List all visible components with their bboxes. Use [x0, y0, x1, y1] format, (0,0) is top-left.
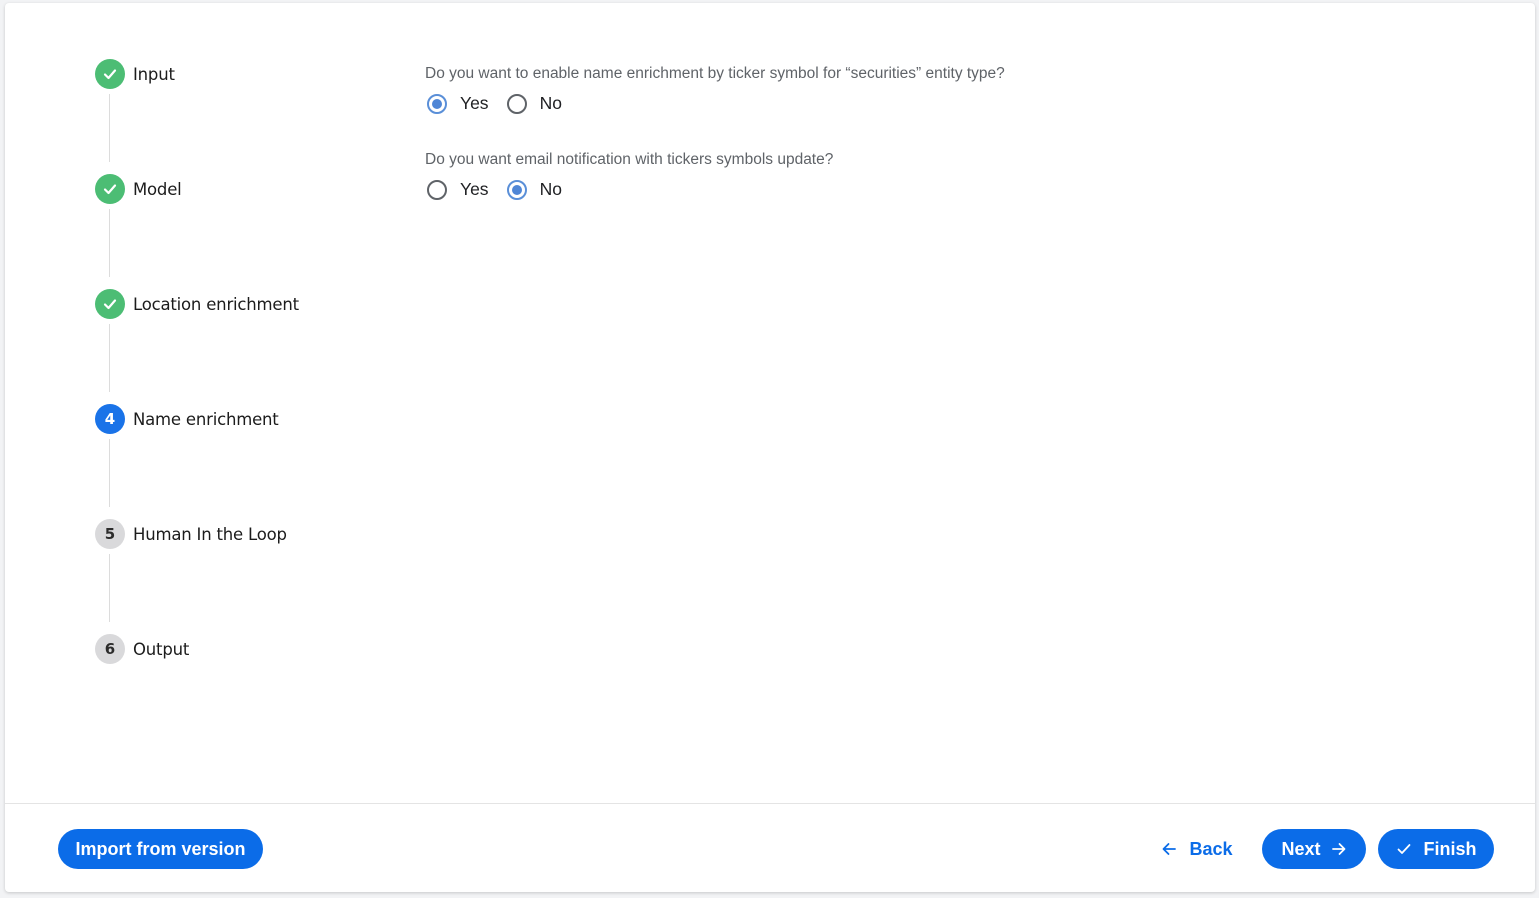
radio-label: Yes: [460, 93, 489, 113]
radio-no[interactable]: No: [505, 179, 562, 200]
footer-divider: [5, 803, 1535, 804]
radio-unchecked-icon[interactable]: [427, 179, 447, 200]
step-label: Name enrichment: [133, 409, 279, 429]
radio-no[interactable]: No: [505, 93, 562, 114]
step-connector: [109, 439, 110, 507]
radio-label: No: [539, 93, 562, 113]
step-location-enrichment[interactable]: Location enrichment: [95, 288, 299, 320]
check-icon: [1396, 841, 1412, 857]
next-button-label: Next: [1281, 838, 1321, 859]
check-icon: [95, 174, 125, 204]
step-name-enrichment[interactable]: 4 Name enrichment: [95, 403, 279, 435]
step-number: 4: [95, 404, 125, 434]
back-button-label: Back: [1189, 838, 1233, 859]
question-email-notification: Do you want email notification with tick…: [425, 151, 833, 200]
radio-checked-icon[interactable]: [506, 179, 527, 200]
step-label: Model: [133, 179, 182, 199]
step-connector: [109, 209, 110, 277]
step-number: 5: [95, 519, 125, 549]
wizard-card: Input Model Location enrichment 4 Name e…: [5, 3, 1535, 892]
step-label: Output: [133, 639, 190, 659]
step-number: 6: [95, 634, 125, 664]
radio-group: Yes No: [425, 93, 1005, 114]
step-human-in-the-loop[interactable]: 5 Human In the Loop: [95, 518, 287, 550]
radio-label: Yes: [460, 179, 489, 199]
import-button-label: Import from version: [75, 838, 246, 859]
radio-yes[interactable]: Yes: [425, 179, 489, 200]
step-connector: [109, 94, 110, 162]
step-label: Human In the Loop: [133, 524, 287, 544]
arrow-left-icon: [1161, 841, 1177, 857]
import-from-version-button[interactable]: Import from version: [58, 829, 263, 869]
step-label: Input: [133, 64, 175, 84]
question-ticker-enrichment: Do you want to enable name enrichment by…: [425, 65, 1005, 114]
step-connector: [109, 324, 110, 392]
step-input[interactable]: Input: [95, 58, 175, 90]
step-model[interactable]: Model: [95, 173, 182, 205]
finish-button-label: Finish: [1423, 838, 1477, 859]
radio-yes[interactable]: Yes: [425, 93, 489, 114]
arrow-right-icon: [1331, 841, 1347, 857]
check-icon: [95, 289, 125, 319]
step-connector: [109, 554, 110, 622]
next-button[interactable]: Next: [1262, 829, 1366, 869]
question-text: Do you want email notification with tick…: [425, 151, 834, 168]
question-text: Do you want to enable name enrichment by…: [425, 65, 1005, 82]
radio-label: No: [539, 179, 562, 199]
radio-group: Yes No: [425, 179, 833, 200]
back-button[interactable]: Back: [1150, 829, 1244, 869]
step-label: Location enrichment: [133, 294, 299, 314]
step-output[interactable]: 6 Output: [95, 633, 189, 665]
finish-button[interactable]: Finish: [1378, 829, 1494, 869]
radio-unchecked-icon[interactable]: [506, 93, 527, 114]
radio-checked-icon[interactable]: [427, 93, 447, 114]
check-icon: [95, 59, 125, 89]
